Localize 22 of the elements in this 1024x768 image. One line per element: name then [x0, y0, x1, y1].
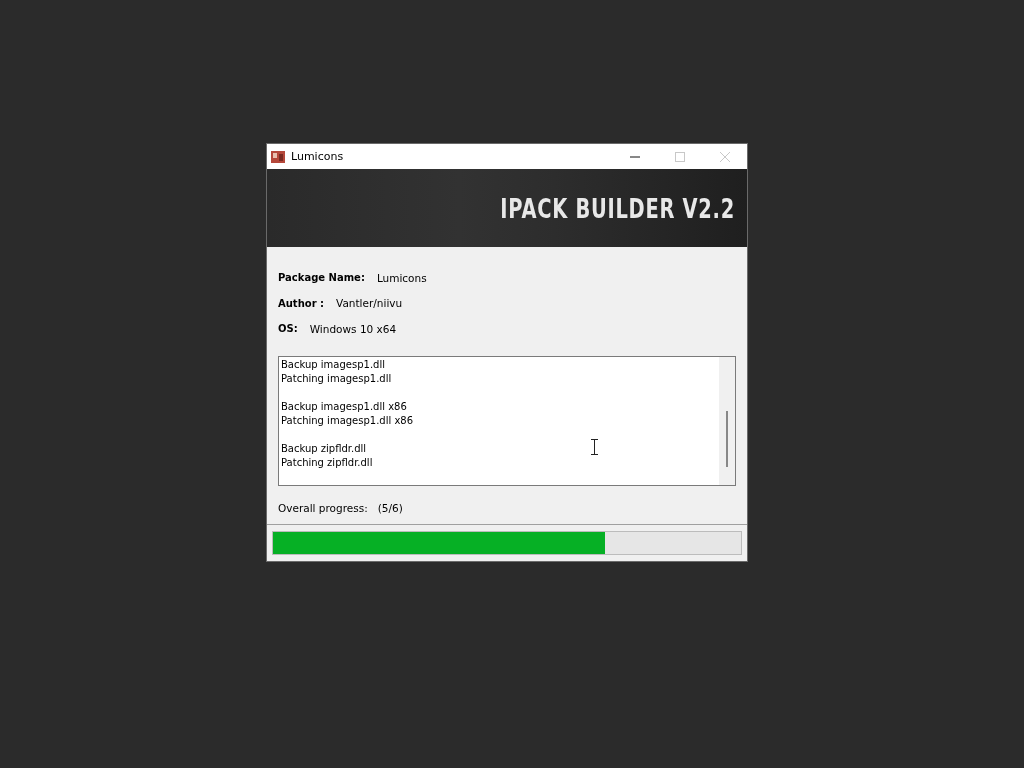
- scrollbar-thumb[interactable]: [726, 410, 728, 467]
- log-line: Patching imagesp1.dll x86: [281, 413, 414, 428]
- info-value: Windows 10 x64: [309, 322, 397, 335]
- info-label: OS:: [278, 323, 298, 335]
- banner-title: IPACK BUILDER V2.2: [500, 192, 735, 224]
- log-line: Backup imagesp1.dll x86: [281, 399, 407, 414]
- maximize-icon: [674, 151, 685, 162]
- log-line: Patching imagesp1.dll: [281, 371, 392, 386]
- log-line: Backup zipfldr.dll: [281, 441, 367, 456]
- info-value: Lumicons: [376, 271, 427, 284]
- progress-label: Overall progress:: [278, 501, 368, 514]
- log-line: Patching zipfldr.dll: [281, 455, 373, 470]
- text-cursor-icon: [591, 438, 598, 455]
- progress-count: (5/6): [377, 501, 403, 514]
- close-icon: [719, 151, 730, 162]
- info-label: Package Name:: [278, 272, 365, 284]
- info-value: Vantler/niivu: [336, 297, 403, 310]
- app-icon: [271, 150, 285, 163]
- log-box[interactable]: Backup imagesp1.dll Patching imagesp1.dll Backup imagesp1.dll x86 Patching imagesp1.dll x86 Backup zipfldr.dll Patching zipfldr.dll: [278, 355, 736, 486]
- info-label: Author :: [278, 297, 325, 309]
- log-line: Backup imagesp1.dll: [281, 357, 385, 372]
- window-title: Lumicons: [291, 150, 344, 163]
